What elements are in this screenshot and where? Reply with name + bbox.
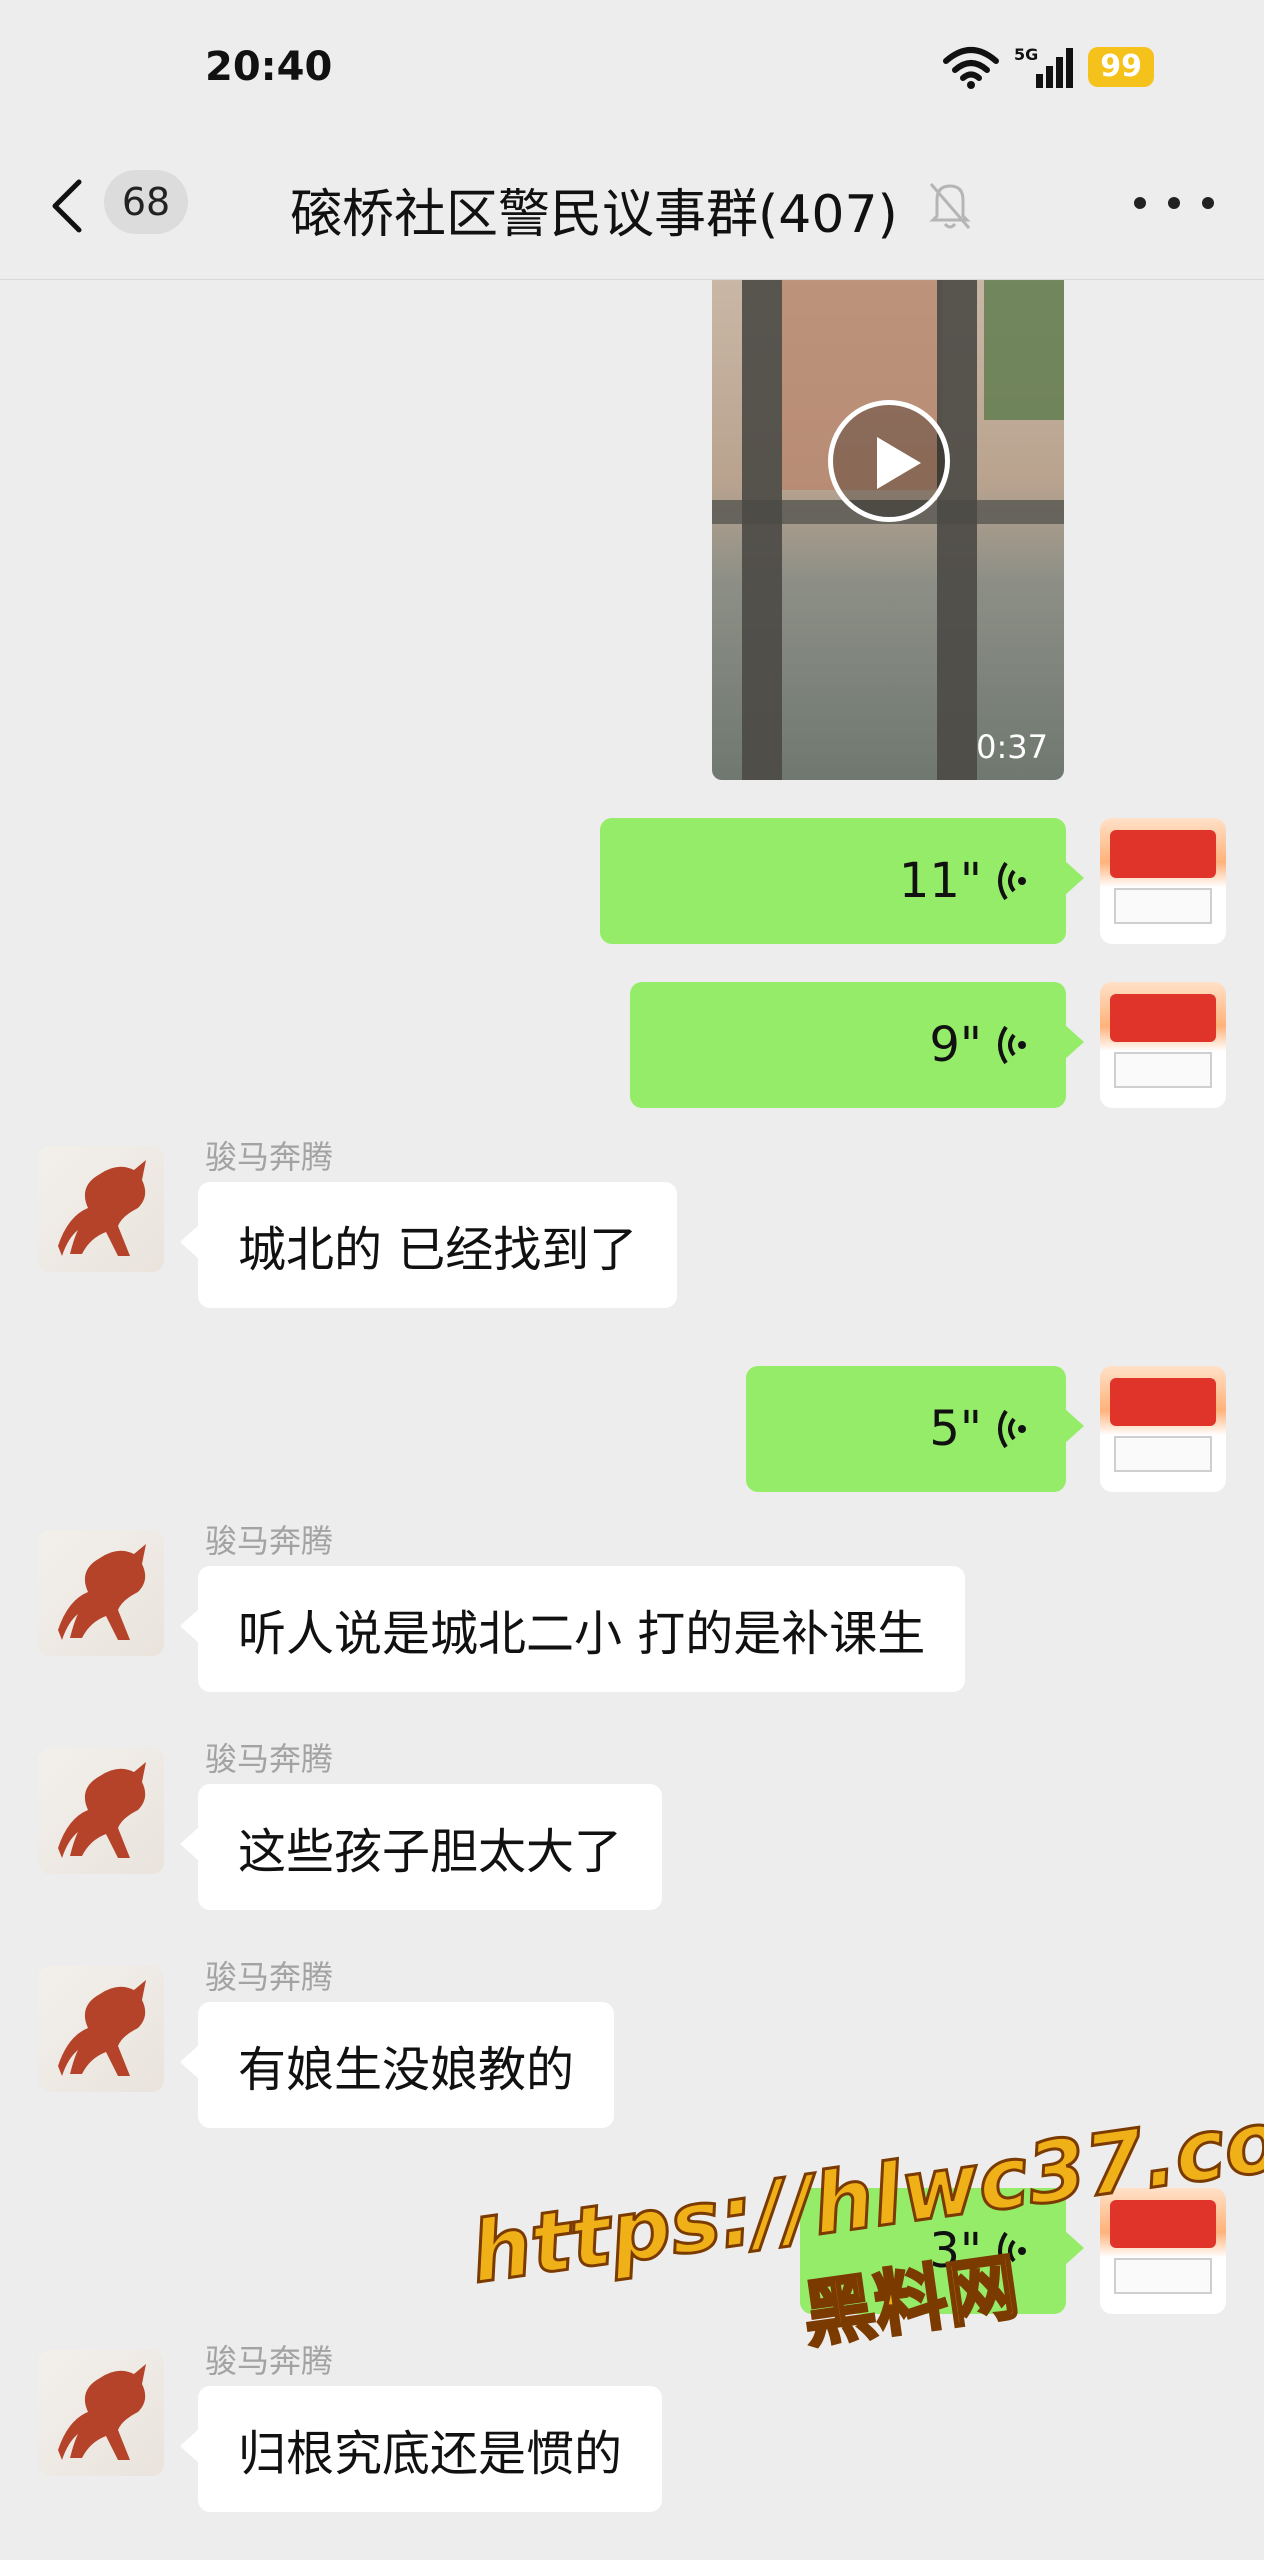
sender-avatar[interactable] [38, 1146, 164, 1272]
voice-duration: 9" [929, 1017, 982, 1073]
sender-avatar[interactable] [38, 2350, 164, 2476]
sender-name: 骏马奔腾 [205, 1740, 334, 1778]
bell-muted-icon [925, 176, 975, 232]
sender-name: 骏马奔腾 [205, 1138, 334, 1176]
sender-name: 骏马奔腾 [205, 1958, 334, 1996]
chat-title: 磙桥社区警民议事群(407) [290, 185, 898, 245]
text-message-bubble[interactable]: 这些孩子胆太大了 [179, 1784, 663, 1910]
chevron-left-icon[interactable] [45, 176, 95, 236]
chat-header: 68 磙桥社区警民议事群(407) [0, 150, 1264, 280]
play-icon[interactable] [828, 400, 950, 522]
voice-message-bubble[interactable]: 9" [630, 982, 1084, 1108]
wifi-icon [942, 45, 1000, 89]
self-avatar[interactable] [1100, 982, 1226, 1108]
battery-badge: 99 [1088, 47, 1154, 87]
voice-duration: 11" [898, 853, 982, 909]
voice-wave-icon [992, 1021, 1032, 1069]
sender-name: 骏马奔腾 [205, 1522, 334, 1560]
voice-duration: 5" [929, 1401, 982, 1457]
video-message[interactable]: 0:37 [712, 280, 1064, 780]
more-dots-icon[interactable] [1134, 178, 1214, 228]
sender-avatar[interactable] [38, 1966, 164, 2092]
status-icons: 5G 99 [942, 44, 1154, 90]
text-message-bubble[interactable]: 城北的 已经找到了 [179, 1182, 678, 1308]
signal-5g-icon: 5G [1014, 44, 1074, 90]
status-bar: 20:40 5G 99 [0, 0, 1264, 150]
sender-avatar[interactable] [38, 1748, 164, 1874]
voice-wave-icon [992, 857, 1032, 905]
self-avatar[interactable] [1100, 818, 1226, 944]
status-time: 20:40 [205, 44, 333, 90]
network-label: 5G [1014, 45, 1038, 64]
video-duration: 0:37 [976, 728, 1048, 766]
text-message-bubble[interactable]: 听人说是城北二小 打的是补课生 [179, 1566, 966, 1692]
sender-avatar[interactable] [38, 1530, 164, 1656]
voice-message-bubble[interactable]: 5" [746, 1366, 1084, 1492]
self-avatar[interactable] [1100, 1366, 1226, 1492]
unread-count-badge[interactable]: 68 [104, 170, 188, 234]
sender-name: 骏马奔腾 [205, 2342, 334, 2380]
voice-wave-icon [992, 1405, 1032, 1453]
voice-message-bubble[interactable]: 11" [600, 818, 1084, 944]
text-message-bubble[interactable]: 有娘生没娘教的 [179, 2002, 615, 2128]
